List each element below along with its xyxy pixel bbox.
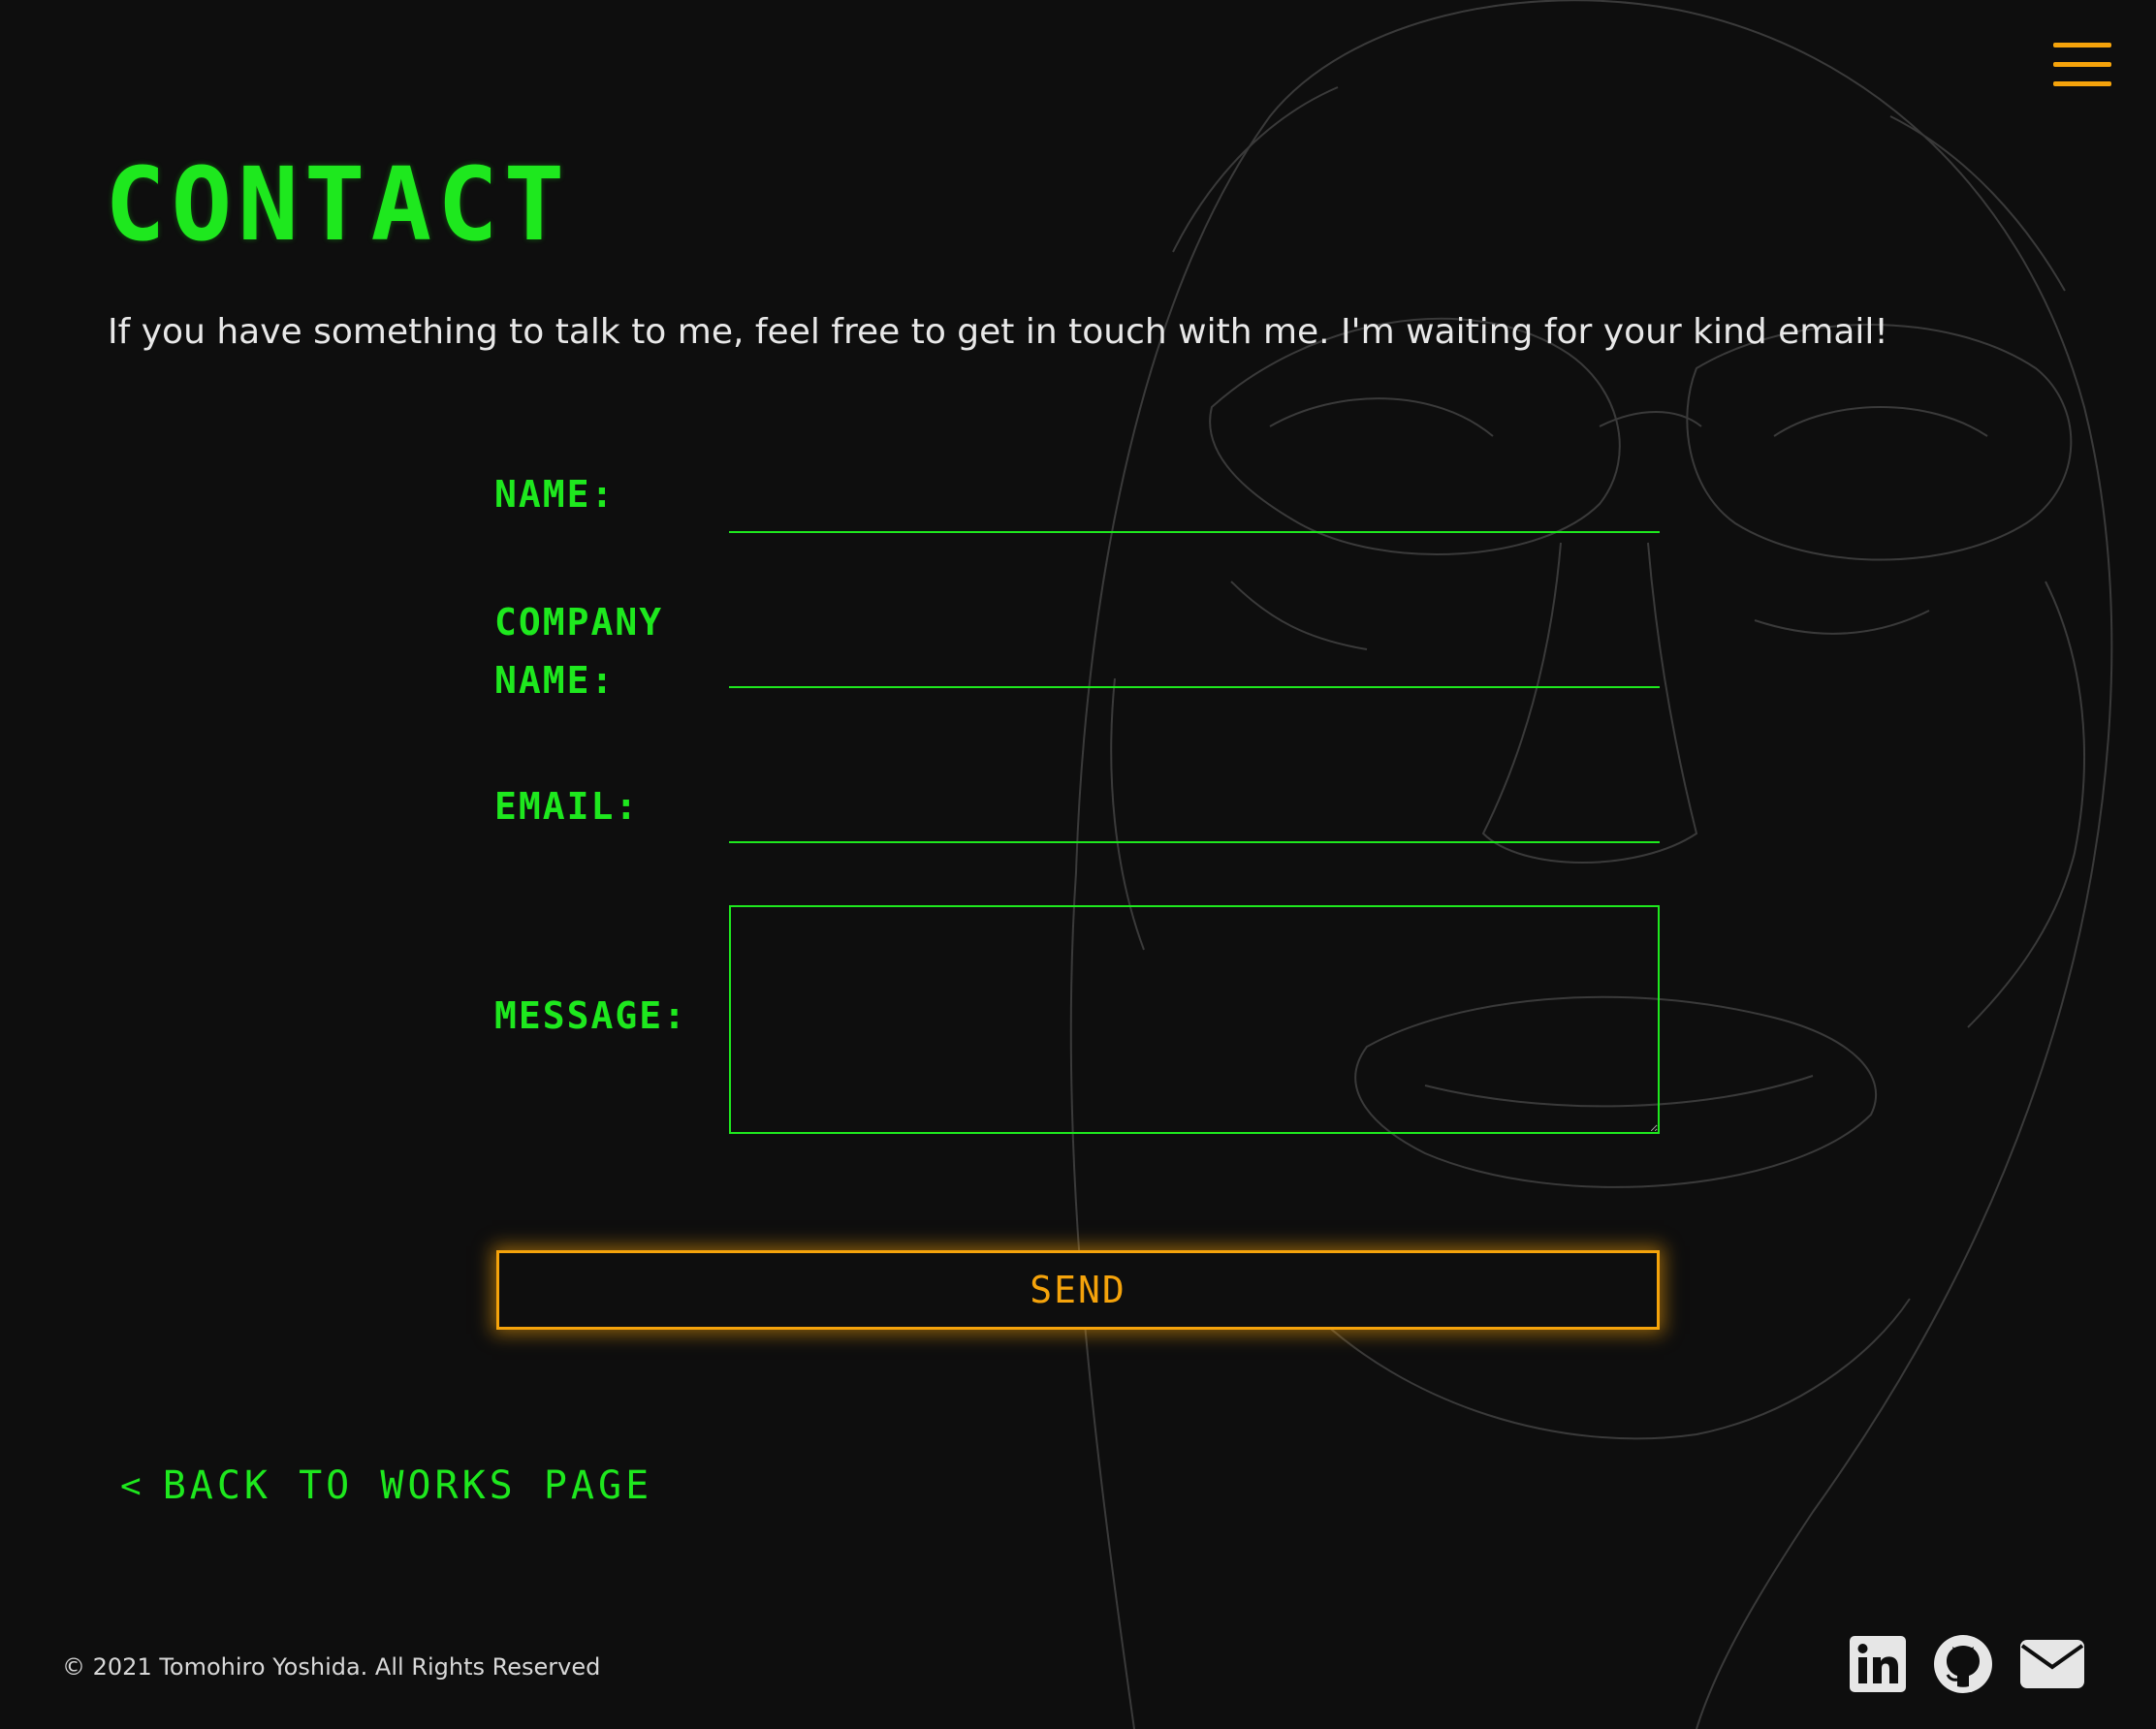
company-name-input[interactable] (729, 634, 1660, 688)
email-input[interactable] (729, 789, 1660, 843)
linkedin-icon[interactable] (1850, 1636, 1906, 1697)
company-label-line2: NAME: (494, 659, 616, 702)
menu-bar-top (2053, 43, 2111, 47)
back-link-label: BACK TO WORKS PAGE (162, 1463, 653, 1508)
copyright-text: © 2021 Tomohiro Yoshida. All Rights Rese… (62, 1653, 601, 1681)
menu-bar-middle (2053, 62, 2111, 67)
hamburger-menu-icon[interactable] (2053, 43, 2111, 89)
intro-text: If you have something to talk to me, fee… (108, 312, 1888, 352)
envelope-icon[interactable] (2020, 1640, 2084, 1693)
send-button[interactable]: SEND (496, 1250, 1660, 1330)
name-label: NAME: (494, 473, 616, 516)
social-links (1850, 1634, 2084, 1699)
name-input[interactable] (729, 479, 1660, 533)
page-title: CONTACT (105, 145, 571, 264)
message-label: MESSAGE: (494, 994, 688, 1037)
company-name-label: COMPANY NAME: (494, 593, 663, 709)
email-label: EMAIL: (494, 785, 640, 828)
message-textarea[interactable] (729, 905, 1660, 1134)
github-icon[interactable] (1933, 1634, 1993, 1699)
background-face-illustration (1069, 0, 2113, 1729)
menu-bar-bottom (2053, 81, 2111, 86)
chevron-left-icon: < (120, 1465, 145, 1506)
back-to-works-link[interactable]: < BACK TO WORKS PAGE (120, 1463, 652, 1508)
company-label-line1: COMPANY (494, 601, 664, 644)
